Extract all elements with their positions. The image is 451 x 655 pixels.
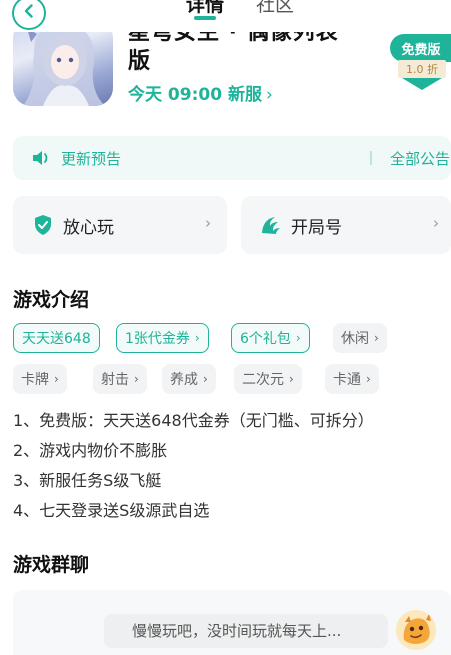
chevron-right-icon: › (205, 214, 211, 232)
tag-anime[interactable]: 二次元 › (234, 364, 302, 394)
feature-item: 3、新服任务S级飞艇 (13, 471, 162, 490)
back-button[interactable] (12, 0, 46, 30)
chevron-right-icon: › (295, 331, 301, 345)
starter-account-card[interactable]: 开局号 › (241, 196, 451, 254)
chevron-left-icon (21, 3, 37, 23)
tag-casual[interactable]: 休闲 › (333, 323, 387, 353)
tab-community[interactable]: 社区 (256, 0, 294, 17)
tag-label: 天天送648 (22, 331, 91, 347)
app-icon[interactable] (13, 20, 113, 106)
chevron-right-icon: › (194, 331, 200, 345)
tag-cartoon[interactable]: 卡通 › (325, 364, 379, 394)
tag-label: 6个礼包 (240, 331, 291, 347)
tab-active-indicator (194, 16, 216, 20)
chevron-right-icon: › (289, 372, 294, 386)
tag-card-game[interactable]: 卡牌 › (13, 364, 67, 394)
speaker-icon (31, 149, 51, 171)
wave-icon (259, 213, 283, 237)
chevron-right-icon: › (433, 214, 439, 232)
top-tab-bar: 详情 社区 (0, 0, 451, 32)
starter-account-label: 开局号 (291, 218, 342, 238)
safe-play-label: 放心玩 (63, 218, 114, 238)
announcement-bar[interactable]: 更新预告 全部公告 (13, 136, 451, 180)
all-announcements-link[interactable]: 全部公告 (390, 148, 450, 169)
tag-daily-648[interactable]: 天天送648 (13, 323, 100, 353)
chevron-right-icon: › (366, 372, 371, 386)
tag-gift-packs[interactable]: 6个礼包 › (231, 323, 310, 353)
divider (370, 151, 372, 165)
tag-label: 二次元 (242, 372, 284, 388)
chevron-right-icon: › (203, 372, 208, 386)
feature-item: 2、游戏内物价不膨胀 (13, 441, 168, 460)
tag-label: 休闲 (341, 331, 369, 347)
new-server-time: 今天 09:00 新服 (128, 85, 262, 105)
free-version-badge: 免费版 1.0 折 (390, 30, 451, 92)
tab-details[interactable]: 详情 (186, 0, 224, 17)
tag-raising[interactable]: 养成 › (162, 364, 216, 394)
chat-message-bubble[interactable]: 慢慢玩吧，没时间玩就每天上... (104, 614, 388, 648)
chevron-right-icon: › (265, 85, 273, 105)
tag-label: 卡牌 (21, 372, 49, 388)
discount-label: 1.0 折 (398, 60, 446, 78)
chevron-right-icon: › (54, 372, 59, 386)
badge-ribbon-tail (402, 78, 442, 90)
free-version-label: 免费版 (390, 34, 451, 62)
tag-label: 1张代金券 (125, 331, 190, 347)
tag-label: 卡通 (333, 372, 361, 388)
tag-shooter[interactable]: 射击 › (93, 364, 147, 394)
update-preview-label: 更新预告 (61, 150, 122, 168)
game-chat-title: 游戏群聊 (13, 554, 90, 576)
feature-item: 1、免费版：天天送648代金券（无门槛、可拆分） (13, 411, 374, 430)
game-intro-title: 游戏介绍 (13, 289, 90, 311)
shield-check-icon (31, 213, 55, 237)
tag-label: 养成 (170, 372, 198, 388)
avatar[interactable] (396, 610, 436, 650)
app-title-line2: 版 (128, 49, 151, 74)
safe-play-card[interactable]: 放心玩 › (13, 196, 227, 254)
chevron-right-icon: › (374, 331, 379, 345)
tag-label: 射击 (101, 372, 129, 388)
new-server-link[interactable]: 今天 09:00 新服 › (128, 80, 273, 105)
feature-item: 4、七天登录送S级源武自选 (13, 501, 210, 520)
feature-list: 1、免费版：天天送648代金券（无门槛、可拆分） 2、游戏内物价不膨胀 3、新服… (13, 406, 374, 526)
tag-voucher[interactable]: 1张代金券 › (116, 323, 209, 353)
chevron-right-icon: › (134, 372, 139, 386)
